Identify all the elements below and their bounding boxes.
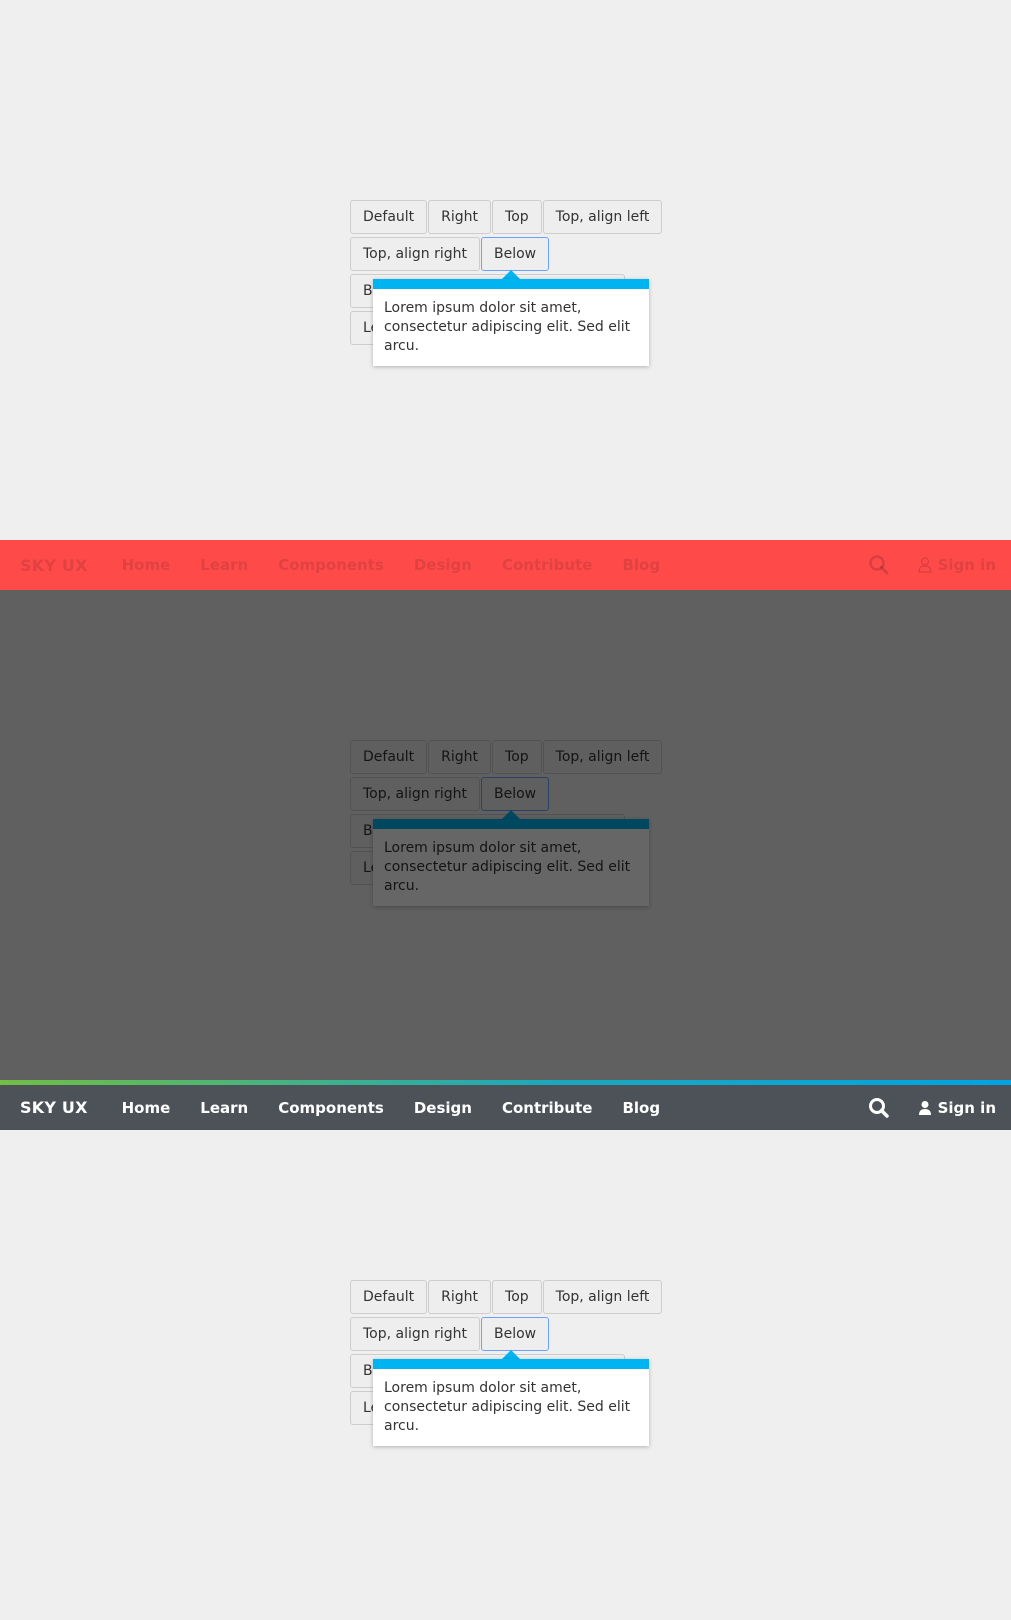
popover-text: Lorem ipsum dolor sit amet, consectetur … [384, 300, 631, 354]
popover-arrow [502, 1350, 520, 1359]
navbar: SKY UX Home Learn Components Design Cont… [0, 1085, 1011, 1130]
top-button[interactable]: Top [492, 200, 542, 234]
nav-links: Home Learn Components Design Contribute … [122, 1099, 690, 1117]
nav-right: Sign in [868, 1085, 996, 1130]
button-row-1: Default Right Top Top, align left [350, 1280, 663, 1314]
top-align-right-button[interactable]: Top, align right [350, 1317, 480, 1351]
below-button[interactable]: Below [481, 1317, 550, 1351]
top-align-left-button[interactable]: Top, align left [542, 1280, 663, 1314]
button-row-2: Top, align right Below [350, 1317, 663, 1351]
nav-links: Home Learn Components Design Contribute … [122, 556, 690, 574]
default-button[interactable]: Default [350, 200, 428, 234]
panel-bottom: SKY UX Home Learn Components Design Cont… [0, 1080, 1011, 1620]
nav-right: Sign in [868, 540, 996, 590]
sign-in-link[interactable]: Sign in [918, 1099, 996, 1117]
nav-components[interactable]: Components [278, 556, 384, 574]
nav-contribute[interactable]: Contribute [502, 1099, 592, 1117]
nav-home[interactable]: Home [122, 556, 171, 574]
brand-logo[interactable]: SKY UX [20, 556, 88, 575]
nav-design[interactable]: Design [414, 556, 472, 574]
panel-middle: Default Right Top Top, align left Top, a… [0, 540, 1011, 1080]
button-label: B [363, 1363, 373, 1379]
nav-blog[interactable]: Blog [622, 1099, 660, 1117]
user-icon [918, 1100, 932, 1116]
sign-in-label: Sign in [937, 1098, 996, 1117]
popover: Lorem ipsum dolor sit amet, consectetur … [373, 279, 649, 366]
brand-logo[interactable]: SKY UX [20, 1098, 88, 1117]
popover: Lorem ipsum dolor sit amet, consectetur … [373, 1359, 649, 1446]
right-button[interactable]: Right [428, 1280, 492, 1314]
button-row-2: Top, align right Below [350, 237, 663, 271]
search-icon[interactable] [868, 1097, 890, 1119]
sign-in-link[interactable]: Sign in [917, 556, 996, 574]
popover-arrow [502, 270, 520, 279]
search-icon[interactable] [868, 554, 890, 576]
modal-backdrop [0, 590, 1011, 1080]
top-align-right-button[interactable]: Top, align right [350, 237, 480, 271]
nav-home[interactable]: Home [122, 1099, 171, 1117]
nav-learn[interactable]: Learn [200, 1099, 248, 1117]
right-button[interactable]: Right [428, 200, 492, 234]
sign-in-label: Sign in [937, 556, 996, 574]
nav-blog[interactable]: Blog [622, 556, 660, 574]
default-button[interactable]: Default [350, 1280, 428, 1314]
nav-components[interactable]: Components [278, 1099, 384, 1117]
panel-top: Default Right Top Top, align left Top, a… [0, 0, 1011, 540]
nav-design[interactable]: Design [414, 1099, 472, 1117]
below-button[interactable]: Below [481, 237, 550, 271]
user-icon [917, 557, 932, 573]
button-row-1: Default Right Top Top, align left [350, 200, 663, 234]
button-label: B [363, 283, 373, 299]
popover-text: Lorem ipsum dolor sit amet, consectetur … [384, 1380, 631, 1434]
top-align-left-button[interactable]: Top, align left [542, 200, 663, 234]
navbar-alert: SKY UX Home Learn Components Design Cont… [0, 540, 1011, 590]
nav-contribute[interactable]: Contribute [502, 556, 592, 574]
top-button[interactable]: Top [492, 1280, 542, 1314]
nav-learn[interactable]: Learn [200, 556, 248, 574]
